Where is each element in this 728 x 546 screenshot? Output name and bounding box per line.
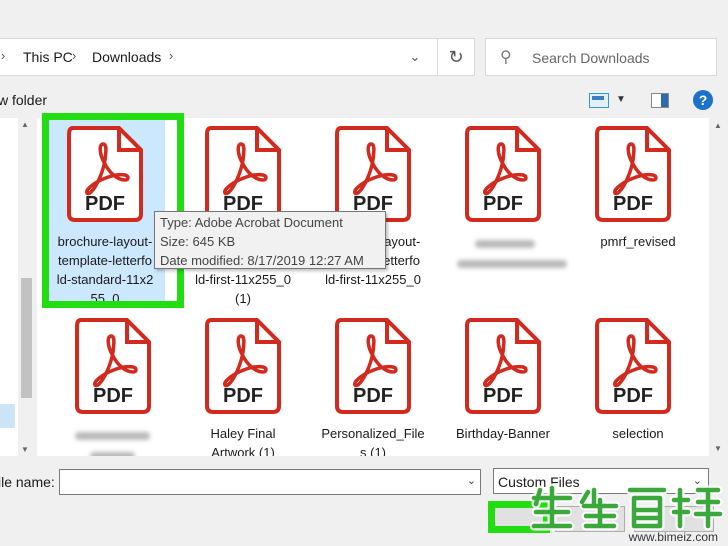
file-name-label: Birthday-Banner: [456, 426, 550, 441]
pdf-icon-text: PDF: [613, 193, 653, 215]
pdf-icon-text: PDF: [223, 385, 263, 407]
file-name-label: Haley Final Artwork (1): [210, 426, 276, 456]
pdf-icon-text: PDF: [93, 385, 133, 407]
scrollbar-thumb[interactable]: [21, 278, 32, 398]
scroll-up-icon[interactable]: ▲: [21, 120, 29, 129]
chevron-down-icon[interactable]: ⌄: [467, 474, 476, 487]
breadcrumb-separator: ›: [169, 48, 174, 63]
navigation-selected-item[interactable]: [0, 404, 15, 428]
file-item[interactable]: PDF Personalized_File s (1): [305, 310, 425, 456]
pdf-file-icon: PDF: [335, 318, 411, 414]
pdf-icon-text: PDF: [613, 385, 653, 407]
search-input[interactable]: Search Downloads: [532, 50, 650, 66]
pdf-file-icon: PDF: [205, 318, 281, 414]
pdf-icon-text: PDF: [483, 193, 523, 215]
watermark-logo: www.bimeiz.com: [530, 482, 726, 544]
blurred-file-name: [75, 432, 150, 440]
navigation-scrollbar[interactable]: ▲ ▼: [18, 118, 35, 456]
file-item[interactable]: PDF Birthday-Banner: [435, 310, 555, 456]
pdf-file-icon: PDF: [335, 126, 411, 222]
breadcrumb-separator: ›: [1, 48, 6, 63]
file-tooltip: Type: Adobe Acrobat Document Size: 645 K…: [154, 211, 386, 269]
pdf-file-icon: PDF: [465, 126, 541, 222]
file-name-label: pmrf_revised: [600, 234, 676, 249]
pdf-icon-text: PDF: [353, 385, 393, 407]
scroll-down-icon[interactable]: ▼: [714, 444, 722, 453]
search-icon: ⚲: [500, 49, 512, 66]
scroll-up-icon[interactable]: ▲: [714, 121, 722, 130]
pdf-file-icon: PDF: [595, 318, 671, 414]
preview-pane-icon[interactable]: [651, 93, 669, 108]
tooltip-type: Type: Adobe Acrobat Document: [160, 215, 343, 230]
file-item[interactable]: PDF: [435, 118, 567, 306]
watermark-url: www.bimeiz.com: [628, 530, 718, 544]
file-name-label: selection: [612, 426, 664, 441]
file-item[interactable]: PDF selection: [565, 310, 685, 456]
help-button[interactable]: ?: [693, 90, 713, 110]
view-dropdown-icon[interactable]: ▼: [616, 94, 626, 105]
refresh-button[interactable]: ↻: [437, 38, 475, 76]
breadcrumb-separator: ›: [72, 48, 77, 63]
tooltip-size: Size: 645 KB: [160, 234, 236, 249]
change-view-icon[interactable]: [589, 93, 609, 108]
file-item[interactable]: PDF Haley Final Artwork (1): [175, 310, 295, 456]
breadcrumb-downloads[interactable]: Downloads: [92, 49, 161, 65]
file-list-scrollbar[interactable]: ▲ ▼: [709, 118, 728, 456]
refresh-icon: ↻: [448, 47, 464, 67]
scroll-down-icon[interactable]: ▼: [21, 445, 29, 454]
pdf-file-icon: PDF: [595, 126, 671, 222]
file-item[interactable]: PDF: [45, 310, 165, 456]
file-name-label: ile name:: [0, 474, 55, 490]
blurred-file-name: [457, 260, 567, 268]
new-folder-button[interactable]: w folder: [0, 92, 47, 108]
chevron-down-icon[interactable]: ⌄: [404, 46, 426, 68]
file-item[interactable]: PDF pmrf_revised: [565, 118, 685, 306]
pdf-file-icon: PDF: [465, 318, 541, 414]
breadcrumb-this-pc[interactable]: This PC: [23, 49, 73, 65]
address-bar[interactable]: › This PC › Downloads › ⌄: [0, 38, 468, 76]
blurred-file-name: [90, 452, 135, 456]
pdf-file-icon: PDF: [75, 318, 151, 414]
tooltip-date: Date modified: 8/17/2019 12:27 AM: [160, 253, 364, 268]
file-name-label: Personalized_File s (1): [321, 426, 425, 456]
file-name-input[interactable]: ⌄: [59, 469, 481, 495]
blurred-file-name: [475, 240, 535, 248]
search-box[interactable]: ⚲ Search Downloads: [485, 38, 717, 76]
pdf-icon-text: PDF: [483, 385, 523, 407]
pdf-file-icon: PDF: [205, 126, 281, 222]
